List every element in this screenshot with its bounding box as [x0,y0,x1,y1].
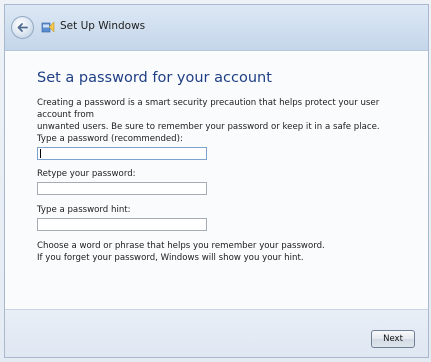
hint-help-line-2: If you forget your password, Windows wil… [37,253,304,263]
setup-window: Set Up Windows Set a password for your a… [4,4,429,358]
description-line-2: unwanted users. Be sure to remember your… [37,122,380,132]
retype-password-field[interactable] [37,182,207,195]
content-area: Set a password for your account Creating… [5,52,428,311]
window-title: Set Up Windows [60,20,146,32]
page-title: Set a password for your account [37,70,272,86]
password-label: Type a password (recommended): [37,134,183,144]
next-button[interactable]: Next [371,330,415,348]
password-field[interactable] [37,147,207,160]
text-caret [40,149,41,158]
hint-help-line-1: Choose a word or phrase that helps you r… [37,241,325,251]
title-bar: Set Up Windows [5,5,428,51]
password-hint-field[interactable] [37,218,207,231]
setup-windows-icon [41,21,55,33]
back-button[interactable] [11,16,34,39]
back-arrow-icon [17,23,28,32]
hint-help-text: Choose a word or phrase that helps you r… [37,240,409,264]
footer-bar: Next [5,309,428,357]
password-hint-label: Type a password hint: [37,205,131,215]
description-line-1: Creating a password is a smart security … [37,98,380,120]
retype-password-label: Retype your password: [37,169,136,179]
description: Creating a password is a smart security … [37,97,409,133]
